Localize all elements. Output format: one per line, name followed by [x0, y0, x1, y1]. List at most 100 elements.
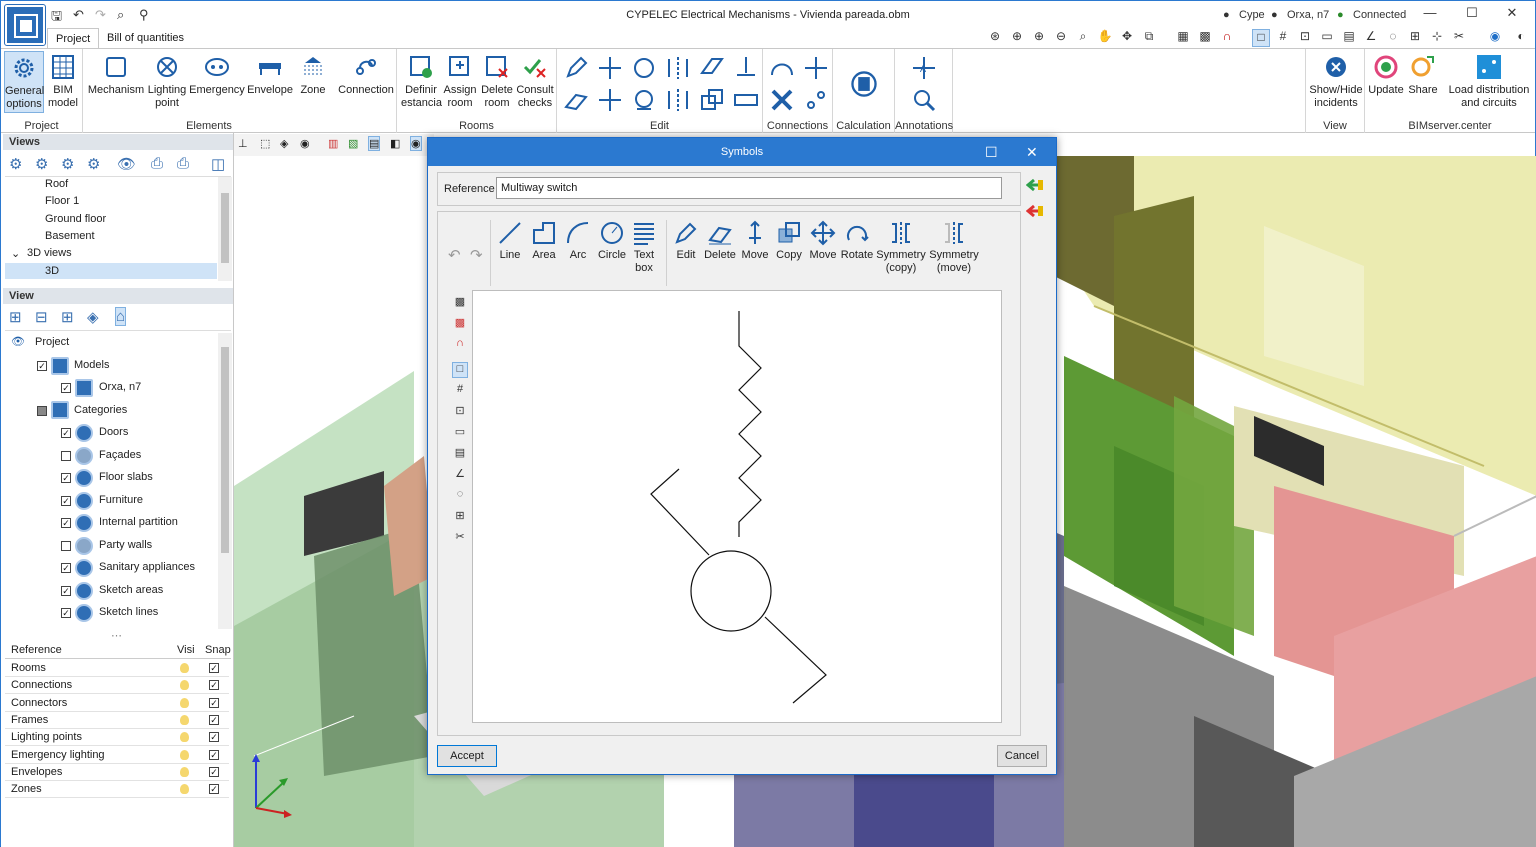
delete-connection-icon[interactable]	[769, 87, 795, 113]
view-floor-1[interactable]: Floor 1	[45, 195, 79, 207]
tab-bill-of-quantities[interactable]: Bill of quantities	[99, 28, 192, 48]
dimension-icon[interactable]: ▤	[1340, 29, 1358, 47]
emergency-button[interactable]: Emergency	[189, 51, 245, 97]
snap-endpoint-icon[interactable]: ▩	[452, 295, 468, 311]
category-checkbox[interactable]	[61, 540, 71, 551]
snap-checkbox[interactable]: ✓	[209, 663, 219, 673]
tool-edit[interactable]: Edit	[670, 220, 702, 262]
filter-icon[interactable]: ⌂	[115, 307, 127, 326]
bulb-icon[interactable]	[180, 714, 189, 725]
ruler-icon[interactable]: ▭	[1318, 29, 1336, 47]
visibility-icon[interactable]: 👁	[117, 155, 136, 173]
point-snap-icon[interactable]: ⊡	[452, 404, 468, 420]
snap-ref-icon[interactable]: ▩	[1196, 29, 1214, 47]
reference-row[interactable]: Frames ✓	[5, 712, 229, 729]
view-roof[interactable]: Roof	[45, 178, 68, 190]
tool-area[interactable]: Area	[528, 220, 560, 262]
dialog-redo-icon[interactable]: ↷	[470, 246, 483, 264]
envelope-button[interactable]: Envelope	[245, 51, 295, 97]
orbit-icon[interactable]: ✥	[1118, 29, 1136, 47]
move-icon[interactable]	[597, 55, 623, 81]
circle-mode-icon[interactable]: ◌	[452, 488, 468, 504]
tool-line[interactable]: Line	[494, 220, 526, 262]
category-item[interactable]: Sketch lines	[99, 606, 158, 618]
import-arrow-icon[interactable]	[1026, 178, 1044, 192]
view-tree-scrollbar[interactable]	[218, 333, 232, 629]
magnet-snap-icon[interactable]: ∩	[452, 337, 468, 353]
minimize-icon[interactable]: —	[1415, 5, 1445, 25]
tool-symmetry-move[interactable]: Symmetry (move)	[928, 220, 980, 275]
category-checkbox[interactable]: ✓	[61, 428, 71, 438]
rotate-icon[interactable]	[631, 55, 657, 81]
ortho-icon[interactable]: □	[1252, 29, 1270, 47]
show-hide-incidents-button[interactable]: Show/Hide incidents	[1308, 51, 1364, 110]
zone-button[interactable]: Zone	[295, 51, 331, 97]
category-checkbox[interactable]: ✓	[61, 495, 71, 506]
snap-grid-red-icon[interactable]: ▩	[452, 316, 468, 332]
category-checkbox[interactable]: ✓	[61, 608, 71, 618]
annotation-search-icon[interactable]	[911, 87, 937, 113]
ortho-mode-icon[interactable]: □	[452, 362, 468, 378]
plan-icon[interactable]: ▤	[368, 136, 381, 151]
measure-icon[interactable]	[733, 87, 759, 113]
expand-all-icon[interactable]: ⊞	[9, 308, 22, 326]
dimension-mode-icon[interactable]: ▤	[452, 446, 468, 462]
grid-fine-icon[interactable]: ⊞	[452, 509, 468, 525]
bulb-icon[interactable]	[180, 732, 189, 743]
reference-row[interactable]: Connections ✓	[5, 677, 229, 695]
user-name[interactable]: Cype	[1239, 9, 1265, 21]
circle-snap-icon[interactable]: ◌	[1384, 29, 1402, 47]
snap-grid-icon[interactable]: ▦	[1174, 29, 1192, 47]
category-item[interactable]: Furniture	[99, 494, 143, 506]
cancel-button[interactable]: Cancel	[997, 745, 1047, 767]
bulb-icon[interactable]	[180, 749, 189, 760]
snap-checkbox[interactable]: ✓	[209, 714, 219, 725]
undo-icon[interactable]: ↶	[73, 7, 84, 23]
snap-checkbox[interactable]: ✓	[209, 697, 219, 708]
ruler-mode-icon[interactable]: ▭	[452, 425, 468, 441]
tool-delete[interactable]: Delete	[702, 220, 738, 262]
expand-3d-views-icon[interactable]: ⌄	[11, 247, 20, 260]
delete-room-button[interactable]: Delete room	[479, 51, 515, 110]
snap-checkbox[interactable]: ✓	[209, 680, 219, 691]
zoom-out-icon[interactable]: ⊖	[1052, 29, 1070, 47]
reference-row[interactable]: Emergency lighting ✓	[5, 747, 229, 764]
layer-icon[interactable]: ▧	[348, 137, 358, 150]
eye-view-icon[interactable]: ◉	[410, 136, 422, 151]
lighting-point-button[interactable]: Lighting point	[145, 51, 189, 110]
general-options-button[interactable]: General options	[4, 51, 44, 113]
dialog-close-icon[interactable]: ✕	[1026, 144, 1038, 161]
connection-arc-icon[interactable]	[769, 55, 795, 81]
help-icon[interactable]: ◐	[1512, 29, 1530, 47]
category-item[interactable]: Doors	[99, 426, 128, 438]
tree-icon[interactable]: ⊞	[61, 308, 74, 326]
share-button[interactable]: Share	[1405, 51, 1441, 97]
category-item[interactable]: Façades	[99, 449, 141, 461]
grid-small-icon[interactable]: ⊞	[1406, 29, 1424, 47]
category-checkbox[interactable]: ✓	[61, 563, 71, 573]
connection-button[interactable]: Connection	[337, 51, 395, 97]
pointer-icon[interactable]: ⊹	[1428, 29, 1446, 47]
category-item[interactable]: Floor slabs	[99, 471, 153, 483]
assign-room-button[interactable]: Assign room	[441, 51, 479, 110]
magnet-icon[interactable]: ∩	[1218, 29, 1236, 47]
view-3d-views[interactable]: 3D views	[27, 247, 72, 259]
categories-checkbox[interactable]	[37, 406, 47, 416]
view-3d[interactable]: 3D	[5, 263, 217, 279]
dialog-undo-icon[interactable]: ↶	[448, 246, 461, 264]
tool-move[interactable]: Move	[738, 220, 772, 262]
tool-symmetry-copy[interactable]: Symmetry (copy)	[876, 220, 926, 275]
reference-row[interactable]: Lighting points ✓	[5, 729, 229, 747]
camera-icon[interactable]: ◉	[300, 137, 310, 150]
category-item[interactable]: Internal partition	[99, 516, 178, 528]
stretch-icon[interactable]	[699, 55, 725, 81]
axis-icon[interactable]: ⊥	[238, 137, 248, 150]
category-item[interactable]: Party walls	[99, 539, 152, 551]
mechanism-button[interactable]: Mechanism	[87, 51, 145, 97]
category-checkbox[interactable]: ✓	[61, 585, 71, 596]
tree-project[interactable]: Project	[35, 336, 69, 348]
zoom-all-icon[interactable]: ⊛	[986, 29, 1004, 47]
delete-view-icon[interactable]: ⚙	[87, 155, 100, 173]
view-ground-floor[interactable]: Ground floor	[45, 213, 106, 225]
add-view-icon[interactable]: ⚙	[9, 155, 22, 173]
